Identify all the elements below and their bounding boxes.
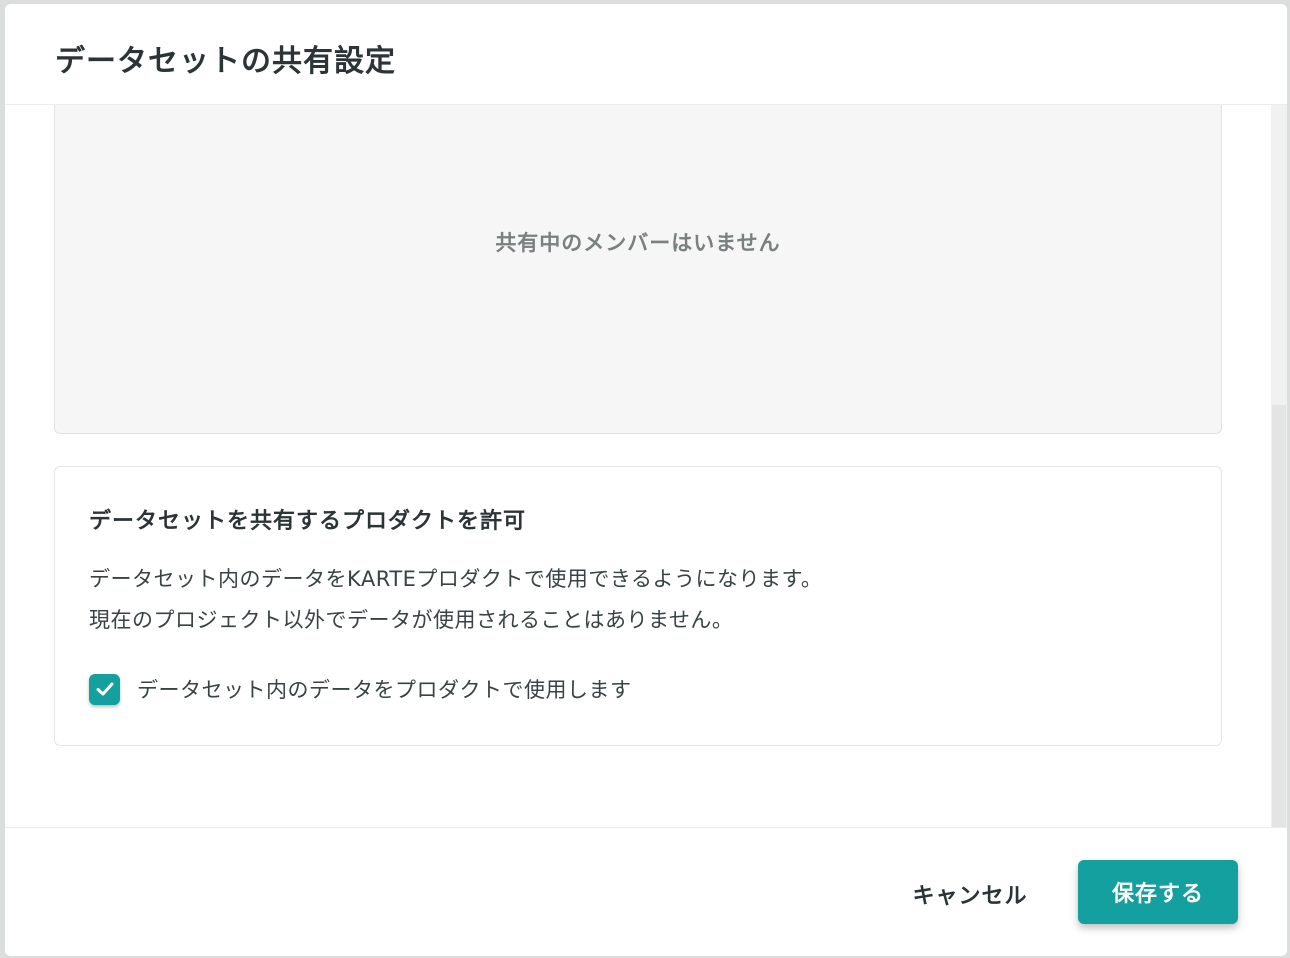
use-in-product-checkbox-label[interactable]: データセット内のデータをプロダクトで使用します: [137, 674, 632, 704]
empty-members-text: 共有中のメンバーはいません: [495, 231, 781, 255]
permission-description-line-2: 現在のプロジェクト以外でデータが使用されることはありません。: [89, 608, 734, 632]
save-button[interactable]: 保存する: [1078, 860, 1238, 924]
dialog-title: データセットの共有設定: [55, 44, 396, 79]
permission-title: データセットを共有するプロダクトを許可: [89, 509, 527, 534]
permission-description: データセット内のデータをKARTEプロダクトで使用できるようになります。 現在の…: [89, 559, 822, 641]
product-permission-card: データセットを共有するプロダクトを許可 データセット内のデータをKARTEプロダ…: [54, 466, 1222, 746]
use-in-product-checkbox-row[interactable]: データセット内のデータをプロダクトで使用します: [89, 672, 632, 706]
checkmark-icon: [96, 682, 113, 696]
use-in-product-checkbox[interactable]: [89, 673, 120, 705]
permission-description-line-1: データセット内のデータをKARTEプロダクトで使用できるようになります。: [89, 567, 823, 591]
dialog-header: データセットの共有設定: [5, 4, 1287, 105]
dialog-footer: キャンセル 保存する: [5, 827, 1287, 956]
dataset-share-dialog: データセットの共有設定 共有中のメンバーはいません データセットを共有するプロダ…: [5, 4, 1287, 956]
shared-members-empty-state: 共有中のメンバーはいません: [54, 105, 1222, 434]
dialog-scrollbar-thumb[interactable]: [1272, 405, 1286, 827]
dialog-body: 共有中のメンバーはいません データセットを共有するプロダクトを許可 データセット…: [5, 105, 1287, 827]
cancel-button[interactable]: キャンセル: [895, 862, 1045, 926]
dialog-scrollbar-track[interactable]: [1271, 105, 1287, 827]
